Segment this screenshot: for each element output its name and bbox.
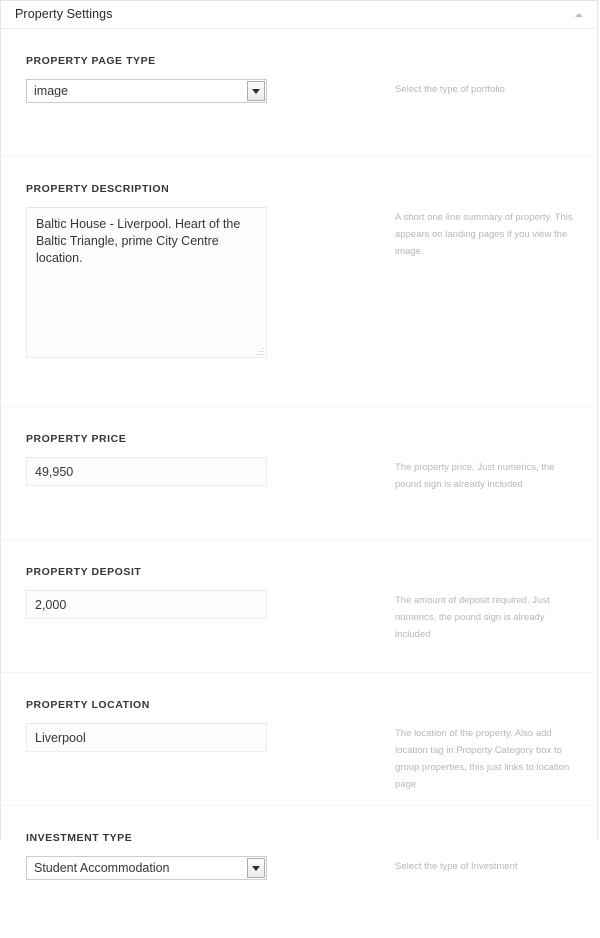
panel-body: PROPERTY PAGE TYPE image Select the type… <box>1 29 597 938</box>
caret-down-glyph <box>252 88 260 94</box>
field-row-property-description: PROPERTY DESCRIPTION Baltic House - Live… <box>1 157 597 407</box>
label-property-description: PROPERTY DESCRIPTION <box>26 183 170 195</box>
property-page-type-value: image <box>34 84 69 98</box>
label-investment-type: INVESTMENT TYPE <box>26 832 133 844</box>
control-property-deposit <box>26 590 267 619</box>
label-property-page-type: PROPERTY PAGE TYPE <box>26 55 156 67</box>
property-location-input[interactable] <box>26 723 267 752</box>
investment-type-value: Student Accommodation <box>34 861 170 875</box>
help-property-page-type: Select the type of portfolio. <box>395 84 508 95</box>
control-property-description: Baltic House - Liverpool. Heart of the B… <box>26 207 267 358</box>
property-settings-panel: Property Settings PROPERTY PAGE TYPE ima… <box>0 0 598 938</box>
investment-type-select[interactable]: Student Accommodation <box>26 856 267 880</box>
collapse-toggle-button[interactable] <box>571 7 587 23</box>
field-row-investment-type: INVESTMENT TYPE Student Accommodation Se… <box>1 806 597 938</box>
field-row-property-page-type: PROPERTY PAGE TYPE image Select the type… <box>1 29 597 157</box>
caret-up-icon <box>575 12 583 17</box>
label-property-location: PROPERTY LOCATION <box>26 699 150 711</box>
property-price-input[interactable] <box>26 457 267 486</box>
field-row-property-price: PROPERTY PRICE The property price. Just … <box>1 407 597 540</box>
caret-down-glyph <box>252 865 260 871</box>
property-page-type-select[interactable]: image <box>26 79 267 103</box>
control-property-location <box>26 723 267 752</box>
label-property-price: PROPERTY PRICE <box>26 433 127 445</box>
property-description-textarea[interactable]: Baltic House - Liverpool. Heart of the B… <box>26 207 267 358</box>
property-deposit-input[interactable] <box>26 590 267 619</box>
field-row-property-location: PROPERTY LOCATION The location of the pr… <box>1 673 597 806</box>
panel-header: Property Settings <box>1 1 597 29</box>
chevron-down-icon[interactable] <box>247 81 265 101</box>
chevron-down-icon[interactable] <box>247 858 265 878</box>
control-property-page-type: image <box>26 79 267 103</box>
control-investment-type: Student Accommodation <box>26 856 267 880</box>
field-row-property-deposit: PROPERTY DEPOSIT The amount of deposit r… <box>1 540 597 673</box>
page-title: Property Settings <box>15 7 113 22</box>
help-property-deposit: The amount of deposit required. Just num… <box>395 595 550 640</box>
control-property-price <box>26 457 267 486</box>
label-property-deposit: PROPERTY DEPOSIT <box>26 566 142 578</box>
help-investment-type: Select the type of Investment <box>395 861 518 872</box>
help-property-price: The property price. Just numerics, the p… <box>395 462 555 490</box>
help-property-location: The location of the property. Also add l… <box>395 728 570 790</box>
help-property-description: A short one line summary of property. Th… <box>395 212 573 257</box>
